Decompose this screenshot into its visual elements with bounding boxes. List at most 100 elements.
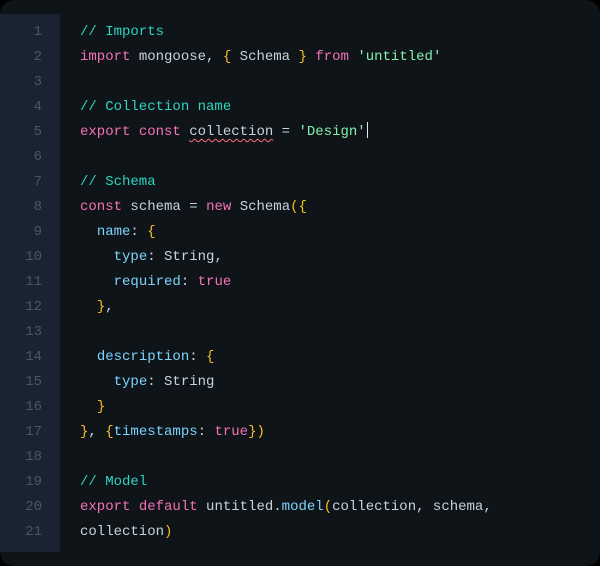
code-line: export default untitled.model(collection…	[80, 495, 600, 520]
code-line: import mongoose, { Schema } from 'untitl…	[80, 45, 600, 70]
code-line: type: String	[80, 370, 600, 395]
line-number: 11	[0, 270, 60, 295]
indent	[80, 249, 114, 265]
property: type	[114, 249, 148, 265]
line-number: 12	[0, 295, 60, 320]
punct: ,	[206, 49, 214, 65]
code-line: // Model	[80, 470, 600, 495]
type-name: String	[164, 249, 214, 265]
code-line: }	[80, 395, 600, 420]
brace: {	[206, 349, 214, 365]
punct: ,	[416, 499, 424, 515]
brace: {	[223, 49, 231, 65]
comment-token: // Imports	[80, 24, 164, 40]
brace: }	[299, 49, 307, 65]
identifier: schema	[433, 499, 483, 515]
keyword-default: default	[139, 499, 198, 515]
keyword-new: new	[206, 199, 231, 215]
paren: )	[256, 424, 264, 440]
punct: =	[282, 124, 290, 140]
punct: :	[147, 249, 155, 265]
punct: :	[181, 274, 189, 290]
code-line: type: String,	[80, 245, 600, 270]
line-number: 2	[0, 45, 60, 70]
code-content[interactable]: // Imports import mongoose, { Schema } f…	[60, 14, 600, 552]
identifier: Schema	[240, 199, 290, 215]
code-line: name: {	[80, 220, 600, 245]
punct: :	[130, 224, 138, 240]
code-line: required: true	[80, 270, 600, 295]
indent	[80, 274, 114, 290]
identifier: untitled	[206, 499, 273, 515]
code-line: // Collection name	[80, 95, 600, 120]
property: name	[97, 224, 131, 240]
code-line	[80, 145, 600, 170]
property: type	[114, 374, 148, 390]
comment-token: // Model	[80, 474, 147, 490]
keyword-from: from	[315, 49, 349, 65]
punct: =	[189, 199, 197, 215]
line-number: 14	[0, 345, 60, 370]
keyword-export: export	[80, 499, 130, 515]
line-number: 18	[0, 445, 60, 470]
line-number: 4	[0, 95, 60, 120]
text-cursor	[367, 122, 369, 138]
type-name: String	[164, 374, 214, 390]
indent	[80, 299, 97, 315]
code-line: },	[80, 295, 600, 320]
keyword-true: true	[214, 424, 248, 440]
code-line	[80, 445, 600, 470]
string-literal: 'Design'	[298, 124, 365, 140]
property: description	[97, 349, 189, 365]
code-line: // Schema	[80, 170, 600, 195]
line-number: 3	[0, 70, 60, 95]
code-line: }, {timestamps: true})	[80, 420, 600, 445]
punct: :	[189, 349, 197, 365]
keyword-true: true	[198, 274, 232, 290]
identifier: schema	[130, 199, 180, 215]
line-number: 6	[0, 145, 60, 170]
brace: {	[147, 224, 155, 240]
indent	[80, 374, 114, 390]
brace: }	[97, 299, 105, 315]
identifier-lint-warning: collection	[189, 124, 273, 140]
code-line	[80, 70, 600, 95]
indent	[80, 349, 97, 365]
line-number: 13	[0, 320, 60, 345]
line-number: 19	[0, 470, 60, 495]
identifier: Schema	[240, 49, 290, 65]
keyword-const: const	[80, 199, 122, 215]
keyword-export: export	[80, 124, 130, 140]
line-number: 16	[0, 395, 60, 420]
identifier: mongoose	[139, 49, 206, 65]
identifier: collection	[332, 499, 416, 515]
brace: {	[105, 424, 113, 440]
property: required	[114, 274, 181, 290]
line-number: 15	[0, 370, 60, 395]
paren: )	[164, 524, 172, 540]
line-number: 10	[0, 245, 60, 270]
line-number: 21	[0, 520, 60, 545]
keyword-import: import	[80, 49, 130, 65]
line-number: 17	[0, 420, 60, 445]
brace: {	[299, 199, 307, 215]
code-line: const schema = new Schema({	[80, 195, 600, 220]
code-line: collection)	[80, 520, 600, 545]
line-number: 9	[0, 220, 60, 245]
indent	[80, 224, 97, 240]
identifier: collection	[80, 524, 164, 540]
method-name: model	[282, 499, 324, 515]
string-literal: 'untitled'	[357, 49, 441, 65]
code-line: description: {	[80, 345, 600, 370]
line-number: 8	[0, 195, 60, 220]
punct: ,	[483, 499, 491, 515]
line-number: 20	[0, 495, 60, 520]
line-number-gutter: 1 2 3 4 5 6 7 8 9 10 11 12 13 14 15 16 1…	[0, 14, 60, 552]
code-editor: 1 2 3 4 5 6 7 8 9 10 11 12 13 14 15 16 1…	[0, 0, 600, 566]
line-number: 5	[0, 120, 60, 145]
line-number: 1	[0, 20, 60, 45]
keyword-const: const	[139, 124, 181, 140]
punct: .	[273, 499, 281, 515]
code-line: export const collection = 'Design'	[80, 120, 600, 145]
comment-token: // Schema	[80, 174, 156, 190]
